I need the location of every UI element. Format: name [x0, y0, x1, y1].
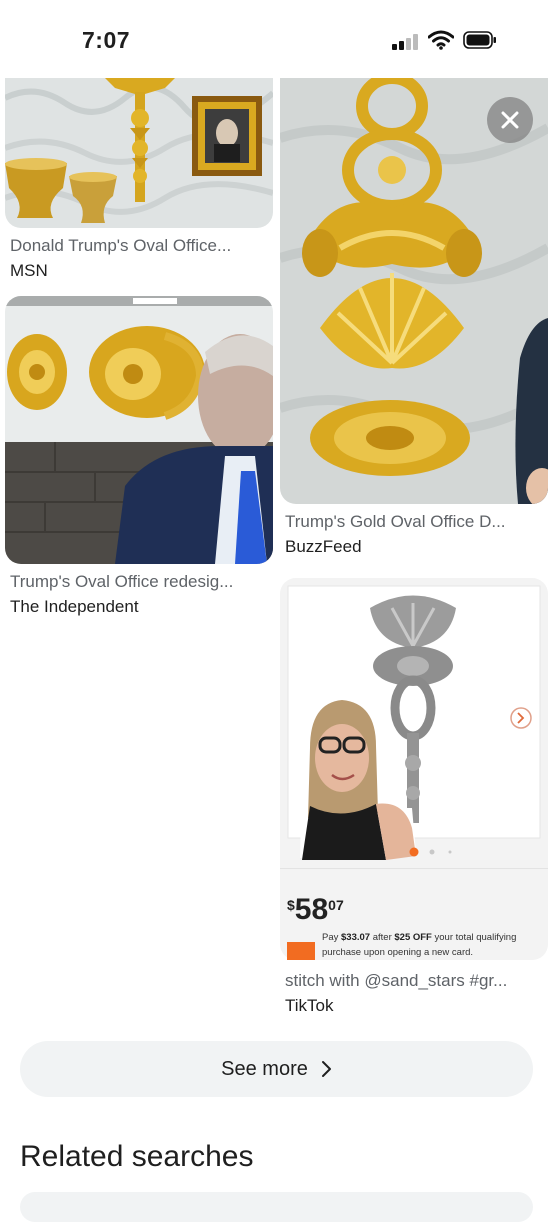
- close-icon: [501, 111, 519, 129]
- result-image-independent[interactable]: [5, 296, 273, 564]
- result-image-msn[interactable]: [5, 78, 273, 228]
- result-title[interactable]: Donald Trump's Oval Office...: [10, 236, 231, 256]
- result-title[interactable]: stitch with @sand_stars #gr...: [285, 971, 507, 991]
- related-search-chip[interactable]: [20, 1192, 533, 1222]
- close-button[interactable]: [487, 97, 533, 143]
- see-more-label: See more: [221, 1057, 308, 1080]
- credit-card-icon: [287, 942, 315, 960]
- oval-office-wall-image: [5, 78, 273, 228]
- battery-icon: [463, 31, 496, 49]
- status-bar: 7:07: [0, 0, 553, 78]
- product-price: $5807: [287, 893, 344, 926]
- result-source[interactable]: BuzzFeed: [285, 537, 362, 557]
- result-title[interactable]: Trump's Oval Office redesig...: [10, 572, 233, 592]
- trump-oval-office-image: [5, 296, 273, 564]
- result-source[interactable]: MSN: [10, 261, 48, 281]
- wifi-icon: [428, 30, 454, 50]
- see-more-button[interactable]: See more: [20, 1041, 533, 1097]
- chevron-right-icon: [321, 1061, 331, 1077]
- status-time: 7:07: [82, 27, 131, 53]
- signal-icon: [392, 34, 420, 50]
- promo-text: Pay $33.07 after $25 OFF your total qual…: [322, 932, 517, 958]
- related-searches-heading: Related searches: [20, 1140, 254, 1173]
- result-source[interactable]: The Independent: [10, 597, 139, 617]
- result-title[interactable]: Trump's Gold Oval Office D...: [285, 512, 506, 532]
- result-source[interactable]: TikTok: [285, 996, 334, 1016]
